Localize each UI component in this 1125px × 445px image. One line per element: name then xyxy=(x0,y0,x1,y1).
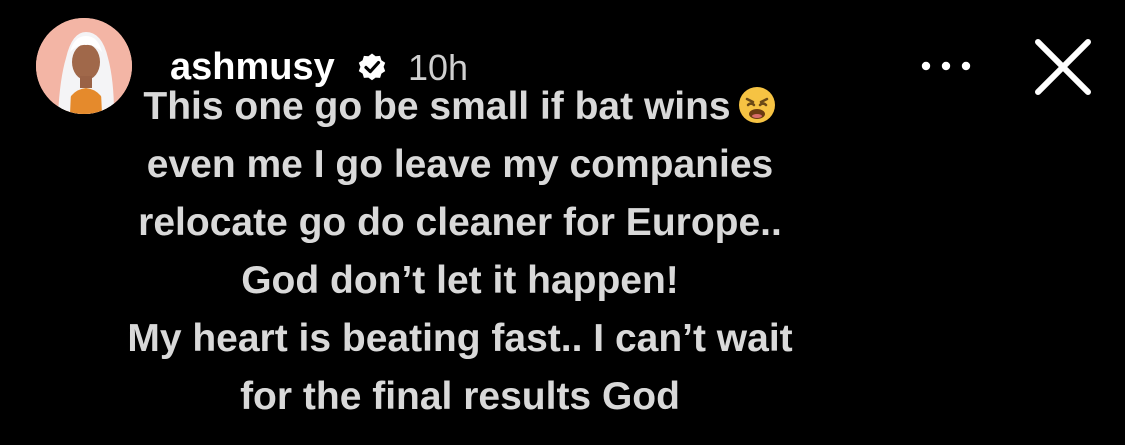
caption-line: even me I go leave my companies xyxy=(146,143,774,186)
verified-badge-icon xyxy=(358,53,386,81)
avatar[interactable] xyxy=(36,18,132,114)
caption-line: relocate go do cleaner for Europe.. xyxy=(138,201,782,244)
story-header: ashmusy 10h xyxy=(0,0,1125,120)
story-viewer: This one go be small if bat wins even me… xyxy=(0,0,1125,445)
avatar-image xyxy=(36,18,132,114)
caption-line: My heart is beating fast.. I can’t wait xyxy=(127,317,793,360)
more-options-icon[interactable] xyxy=(918,48,974,84)
caption-line: for the final results God xyxy=(240,375,680,418)
username[interactable]: ashmusy xyxy=(170,44,335,90)
close-icon[interactable] xyxy=(1030,34,1096,100)
caption-line: God don’t let it happen! xyxy=(241,259,679,302)
story-caption: This one go be small if bat wins even me… xyxy=(0,78,920,426)
timestamp: 10h xyxy=(408,47,469,88)
